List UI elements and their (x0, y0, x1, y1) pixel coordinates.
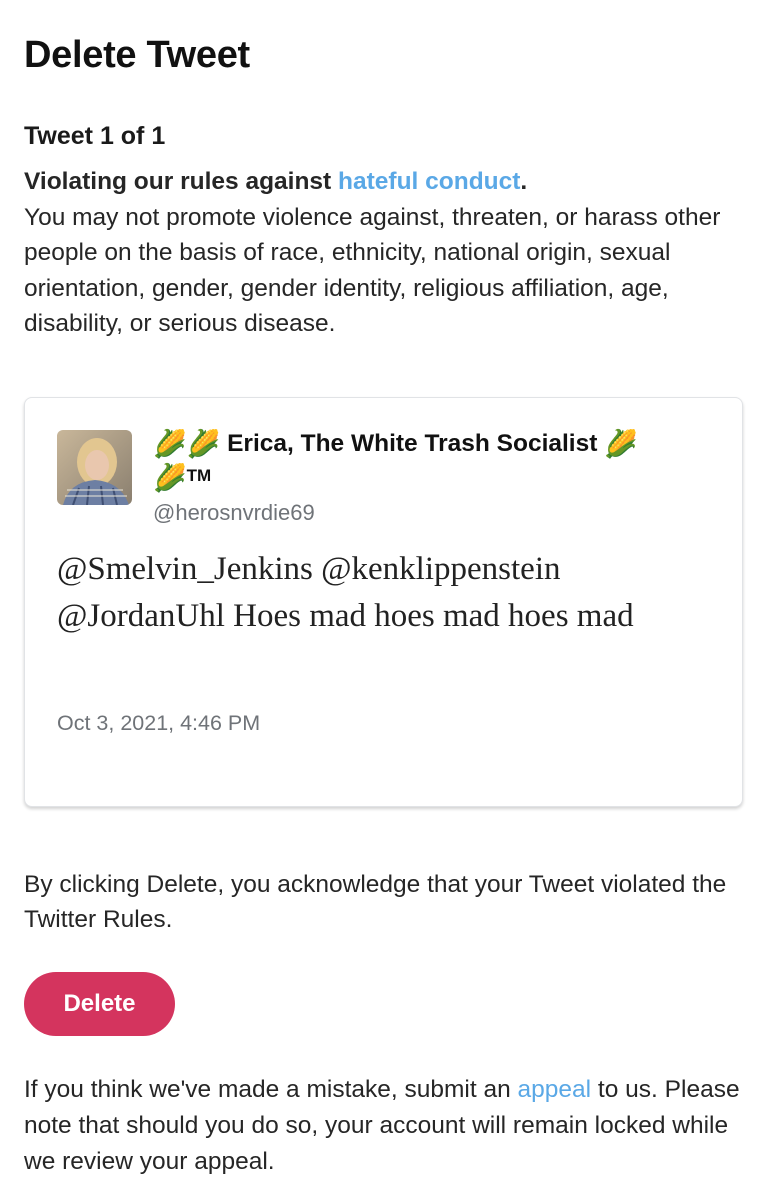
rule-suffix: . (520, 168, 528, 195)
avatar (57, 430, 132, 505)
corn-emoji-icon: 🌽 (186, 429, 221, 459)
tweet-author-handle[interactable]: @herosnvrdie69 (153, 500, 315, 526)
appeal-prefix: If you think we've made a mistake, submi… (24, 1076, 518, 1103)
corn-emoji-icon: 🌽 (153, 429, 187, 459)
rule-notice: Violating our rules against hateful cond… (24, 164, 754, 342)
rule-description: You may not promote violence against, th… (24, 203, 721, 338)
tweet-count: Tweet 1 of 1 (24, 122, 166, 150)
delete-button[interactable]: Delete (24, 972, 175, 1036)
hateful-conduct-link[interactable]: hateful conduct (338, 168, 520, 195)
appeal-link[interactable]: appeal (518, 1076, 592, 1103)
appeal-notice: If you think we've made a mistake, submi… (24, 1072, 754, 1180)
author-name-text: Erica, The White Trash Socialist (227, 430, 598, 457)
acknowledgement-text: By clicking Delete, you acknowledge that… (24, 871, 727, 933)
rule-heading: Violating our rules against hateful cond… (24, 168, 527, 195)
trademark-symbol: TM (186, 466, 212, 485)
rule-prefix: Violating our rules against (24, 168, 339, 195)
corn-emoji-icon: 🌽 (153, 463, 187, 493)
corn-emoji-icon: 🌽 (604, 429, 638, 459)
tweet-text: @Smelvin_Jenkins @kenklippenstein @Jorda… (57, 551, 634, 634)
tweet-author-name[interactable]: 🌽🌽 Erica, The White Trash Socialist 🌽 🌽T… (153, 428, 713, 494)
tweet-card: 🌽🌽 Erica, The White Trash Socialist 🌽 🌽T… (24, 397, 743, 807)
page-title: Delete Tweet (24, 34, 250, 76)
tweet-timestamp: Oct 3, 2021, 4:46 PM (57, 711, 261, 735)
